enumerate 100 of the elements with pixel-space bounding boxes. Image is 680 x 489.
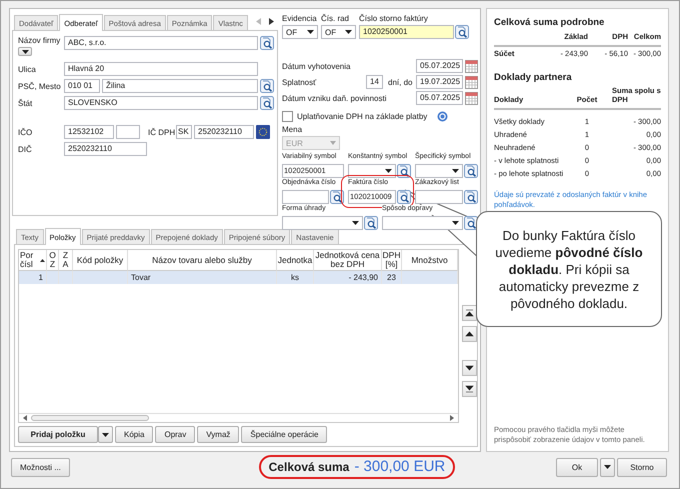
dropdown[interactable]: OF [321, 25, 356, 39]
add-item-button[interactable]: Pridaj položku [18, 426, 98, 443]
text-field[interactable] [415, 190, 463, 204]
last-icon [465, 385, 474, 393]
column-header[interactable]: Jednotka [277, 250, 314, 271]
search-button[interactable] [464, 164, 478, 178]
caret-icon [345, 30, 352, 34]
search-button[interactable] [397, 164, 411, 178]
date-field[interactable]: 19.07.2025 [416, 75, 463, 89]
days-field[interactable]: 14 [366, 75, 383, 89]
text-field[interactable]: 12532102 [64, 125, 114, 139]
search-button[interactable] [455, 25, 469, 39]
dropdown-button[interactable] [98, 426, 113, 443]
field-label: Čís. rad [321, 14, 350, 24]
column-header[interactable]: Z A [59, 250, 73, 271]
text-field[interactable]: Žilina [102, 79, 258, 93]
up-icon [465, 330, 474, 338]
scroll-right-icon[interactable] [269, 18, 274, 25]
ok-button[interactable]: Ok [556, 458, 598, 476]
toolbar-button[interactable]: Špeciálne operácie [241, 426, 328, 443]
checkbox-label: Uplatňovanie DPH na základe platby [297, 112, 428, 121]
dropdown-button[interactable] [18, 47, 32, 56]
callout-text: Do bunky Faktúra číslo uvedieme pôvodné číslo dokladu. Pri kópii sa automaticky prevezme z pôvodného dokladu. [494, 226, 644, 312]
options-button[interactable]: Možnosti ... [11, 458, 70, 476]
column-header[interactable]: Názov tovaru alebo služby [128, 250, 277, 271]
caret-icon [22, 50, 28, 54]
dropdown-button[interactable] [600, 458, 615, 476]
date-field[interactable]: 05.07.2025 [416, 59, 463, 73]
column-header[interactable]: Por čísl [19, 250, 47, 271]
field-label: Splatnosť [282, 78, 318, 86]
text-field[interactable]: 010 01 [64, 79, 100, 93]
nav-button[interactable] [462, 360, 477, 376]
table-row[interactable]: 1 Tovar ks - 243,90 23 [19, 271, 458, 284]
total-label: Celková suma [268, 460, 350, 474]
search-button[interactable] [464, 216, 478, 230]
calendar-button[interactable] [465, 76, 478, 88]
toolbar-button[interactable]: Kópia [115, 426, 154, 443]
field-label: Štát [18, 98, 34, 108]
text-field[interactable]: SK [176, 125, 192, 139]
field-label: Evidencia [282, 14, 318, 24]
dropdown[interactable] [348, 164, 396, 178]
search-button[interactable] [364, 216, 378, 230]
text-field[interactable]: SLOVENSKO [64, 96, 258, 110]
field-label: DIČ [18, 144, 33, 154]
text-field[interactable]: ABC, s.r.o. [64, 36, 258, 50]
scroll-left-icon[interactable] [23, 415, 27, 421]
nav-button[interactable] [462, 381, 477, 397]
caret-icon [102, 432, 109, 436]
caret-icon [352, 221, 359, 225]
first-icon [465, 309, 474, 317]
cancel-button[interactable]: Storno [616, 458, 667, 476]
text-field[interactable]: 2520232110 [194, 125, 254, 139]
checkbox[interactable] [282, 111, 293, 122]
field-label: Číslo storno faktúry [359, 14, 429, 24]
panel-title: Celková suma podrobne [494, 17, 606, 28]
help-icon[interactable] [437, 111, 448, 122]
table-cell: Tovar [128, 271, 277, 284]
nav-button[interactable] [462, 305, 477, 321]
column-header[interactable]: O Z [47, 250, 59, 271]
text-field[interactable] [282, 190, 329, 204]
field-label: Dátum vyhotovenia [282, 62, 352, 70]
field-label: Názov firmy [18, 36, 62, 45]
scrollbar-thumb[interactable] [31, 415, 149, 421]
calendar-button[interactable] [465, 92, 478, 104]
calendar-button[interactable] [465, 60, 478, 72]
scroll-right-icon[interactable] [450, 415, 454, 421]
toolbar-button[interactable]: Oprav [155, 426, 196, 443]
nav-button[interactable] [462, 326, 477, 342]
text-field[interactable]: 2520232110 [64, 142, 147, 156]
date-field[interactable]: 05.07.2025 [416, 91, 463, 105]
search-button[interactable] [330, 190, 344, 204]
table-cell: 23 [382, 271, 402, 284]
caret-icon [604, 465, 611, 469]
search-button[interactable] [260, 96, 274, 110]
text-field[interactable]: 1020250001 [359, 25, 454, 39]
dropdown[interactable] [415, 164, 463, 178]
caret-icon [385, 169, 392, 173]
field-label: IČO [18, 128, 34, 136]
column-header[interactable]: Množstvo [402, 250, 458, 271]
sort-icon [40, 258, 45, 262]
search-button[interactable] [260, 79, 274, 93]
caret-icon [452, 169, 459, 173]
dropdown[interactable]: OF [282, 25, 318, 39]
column-header[interactable]: Jednotková cena bez DPH [314, 250, 382, 271]
table-cell: 1 [19, 271, 47, 284]
column-header[interactable]: Kód položky [73, 250, 128, 271]
toolbar-button[interactable]: Vymaž [197, 426, 240, 443]
field-label: PSČ, Mesto [18, 82, 62, 90]
text-field[interactable]: Hlavná 20 [64, 62, 258, 76]
caret-icon [452, 221, 459, 225]
search-button[interactable] [397, 190, 411, 204]
field-label: Mena [282, 125, 304, 135]
column-header[interactable]: DPH [%] [382, 250, 402, 271]
search-button[interactable] [464, 190, 478, 204]
down-icon [465, 364, 474, 372]
text-field[interactable] [116, 125, 140, 139]
caret-icon [307, 30, 314, 34]
table-cell: - 243,90 [314, 271, 382, 284]
search-button[interactable] [260, 36, 274, 50]
eu-flag-icon[interactable] [256, 125, 270, 139]
